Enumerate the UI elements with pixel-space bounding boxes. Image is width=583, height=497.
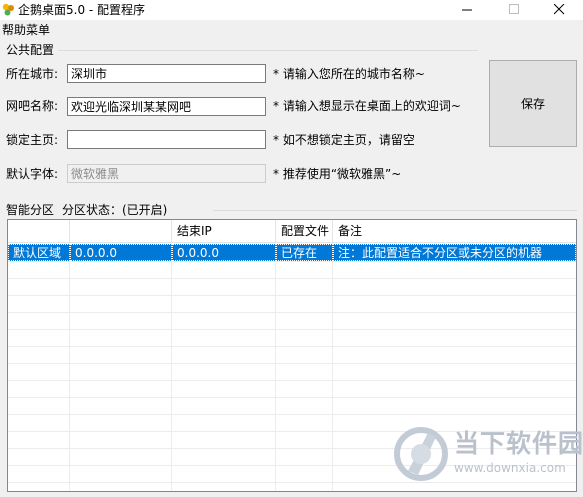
cafe-name-input[interactable] (67, 97, 266, 116)
grid-line (8, 261, 576, 262)
public-config-divider (58, 50, 478, 51)
end-ip-cell: 0.0.0.0 (172, 244, 276, 261)
grid-line (8, 329, 576, 330)
grid-line (8, 414, 576, 415)
city-input[interactable] (67, 64, 266, 83)
config-cell: 已存在 (276, 244, 333, 261)
city-label: 所在城市: (6, 67, 59, 81)
app-icon (2, 3, 15, 16)
watermark-url: www.downxia.com (454, 461, 566, 475)
table-header: 结束IP 配置文件 备注 (8, 220, 576, 243)
title-bar: 企鹅桌面5.0 - 配置程序 (0, 0, 583, 20)
column-header[interactable] (70, 220, 172, 243)
maximize-button[interactable] (492, 0, 538, 20)
grid-line (69, 243, 70, 491)
close-button[interactable] (537, 0, 583, 20)
grid-line (8, 380, 576, 381)
grid-line (8, 312, 576, 313)
zone-name-cell: 默认区域 (8, 244, 70, 261)
watermark-logo-icon (394, 427, 448, 481)
public-config-title: 公共配置 (6, 43, 55, 57)
save-button-label: 保存 (520, 97, 545, 111)
grid-line (8, 397, 576, 398)
zones-status: 分区状态：(已开启) (62, 203, 168, 217)
font-hint: * 推荐使用“微软雅黑”~ (273, 167, 402, 181)
zones-title: 智能分区 (6, 203, 55, 217)
zones-divider (213, 210, 577, 211)
menu-bar: 帮助菜单 (0, 20, 583, 40)
homepage-hint: * 如不想锁定主页，请留空 (273, 133, 415, 147)
grid-line (8, 363, 576, 364)
watermark-brand: 当下软件园 (454, 429, 583, 458)
cafe-name-hint: * 请输入想显示在桌面上的欢迎词~ (273, 99, 461, 113)
grid-line (8, 278, 576, 279)
column-header-config[interactable]: 配置文件 (276, 220, 333, 243)
font-input (67, 164, 266, 183)
column-header-note[interactable]: 备注 (333, 220, 576, 243)
grid-line (275, 243, 276, 491)
window-title: 企鹅桌面5.0 - 配置程序 (18, 3, 146, 17)
font-label: 默认字体: (6, 167, 59, 181)
maximize-icon (509, 4, 519, 14)
cafe-name-label: 网吧名称: (6, 99, 59, 113)
start-ip-cell: 0.0.0.0 (70, 244, 172, 261)
grid-line (332, 243, 333, 491)
note-cell: 注：此配置适合不分区或未分区的机器 (333, 244, 576, 261)
minimize-icon (462, 9, 472, 11)
minimize-button[interactable] (445, 0, 491, 20)
save-button[interactable]: 保存 (489, 60, 577, 147)
column-header-end-ip[interactable]: 结束IP (172, 220, 276, 243)
city-hint: * 请输入您所在的城市名称~ (273, 67, 425, 81)
watermark: 当下软件园 www.downxia.com (394, 425, 583, 487)
homepage-input[interactable] (67, 130, 266, 149)
column-header[interactable] (8, 220, 70, 243)
grid-line (8, 295, 576, 296)
close-icon (554, 4, 565, 15)
menu-help[interactable]: 帮助菜单 (2, 23, 50, 37)
table-row[interactable]: 默认区域 0.0.0.0 0.0.0.0 已存在 注：此配置适合不分区或未分区的… (8, 244, 576, 261)
homepage-label: 锁定主页: (6, 133, 59, 147)
grid-line (171, 243, 172, 491)
grid-line (8, 346, 576, 347)
